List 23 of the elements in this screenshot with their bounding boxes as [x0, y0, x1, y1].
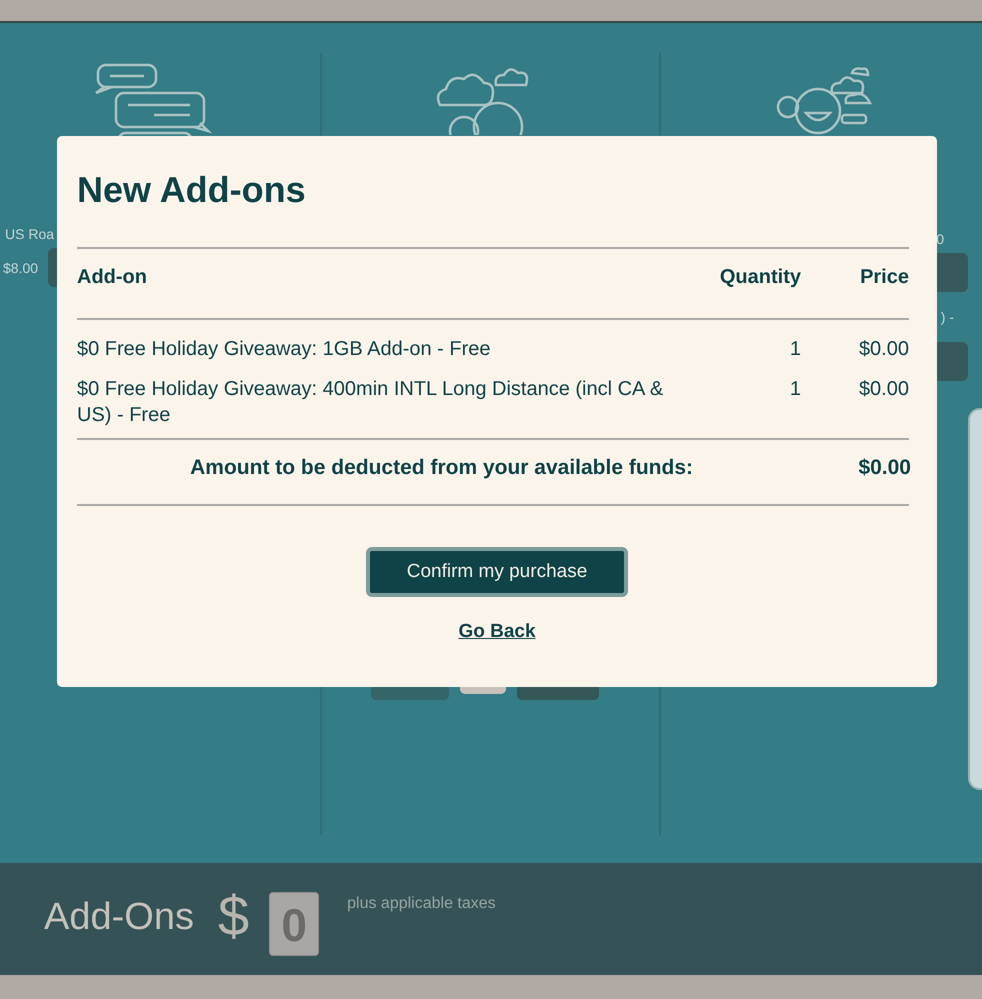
dialog-title: New Add-ons [77, 168, 307, 212]
table-cell-text: $0.00 [858, 377, 909, 402]
table-cell-text: $0.00 [858, 337, 909, 362]
footer-title: Add-Ons [44, 896, 194, 939]
table-cell-text: $0 Free Holiday Giveaway: 1GB Add-on - Free [77, 337, 492, 362]
plan-label: 0 [936, 231, 945, 247]
currency-symbol: $ [218, 883, 250, 948]
chat-bubbles-icon [94, 63, 212, 139]
table-cell-text: 1 [788, 337, 801, 362]
plan-label: US Roa [4, 226, 56, 242]
column-header: Add-on [77, 266, 148, 289]
column-header: Price [859, 266, 909, 289]
plan-note: ) - [940, 309, 955, 325]
total-label: Amount to be deducted from your available funds: [189, 456, 693, 480]
table-cell-text: $0 Free Holiday Giveaway: 400min INTL Long Distance (incl CA & US) - Free [77, 377, 664, 428]
column-header: Quantity [718, 266, 801, 289]
confirm-button[interactable]: Confirm my purchase [366, 547, 628, 597]
tax-note: plus applicable taxes [347, 895, 496, 913]
total-amount: 0 [269, 892, 320, 956]
total-value: $0.00 [857, 456, 911, 480]
plan-price: $8.00 [2, 260, 40, 276]
go-back-link[interactable]: Go Back [458, 621, 536, 643]
table-cell-text: 1 [788, 377, 801, 402]
